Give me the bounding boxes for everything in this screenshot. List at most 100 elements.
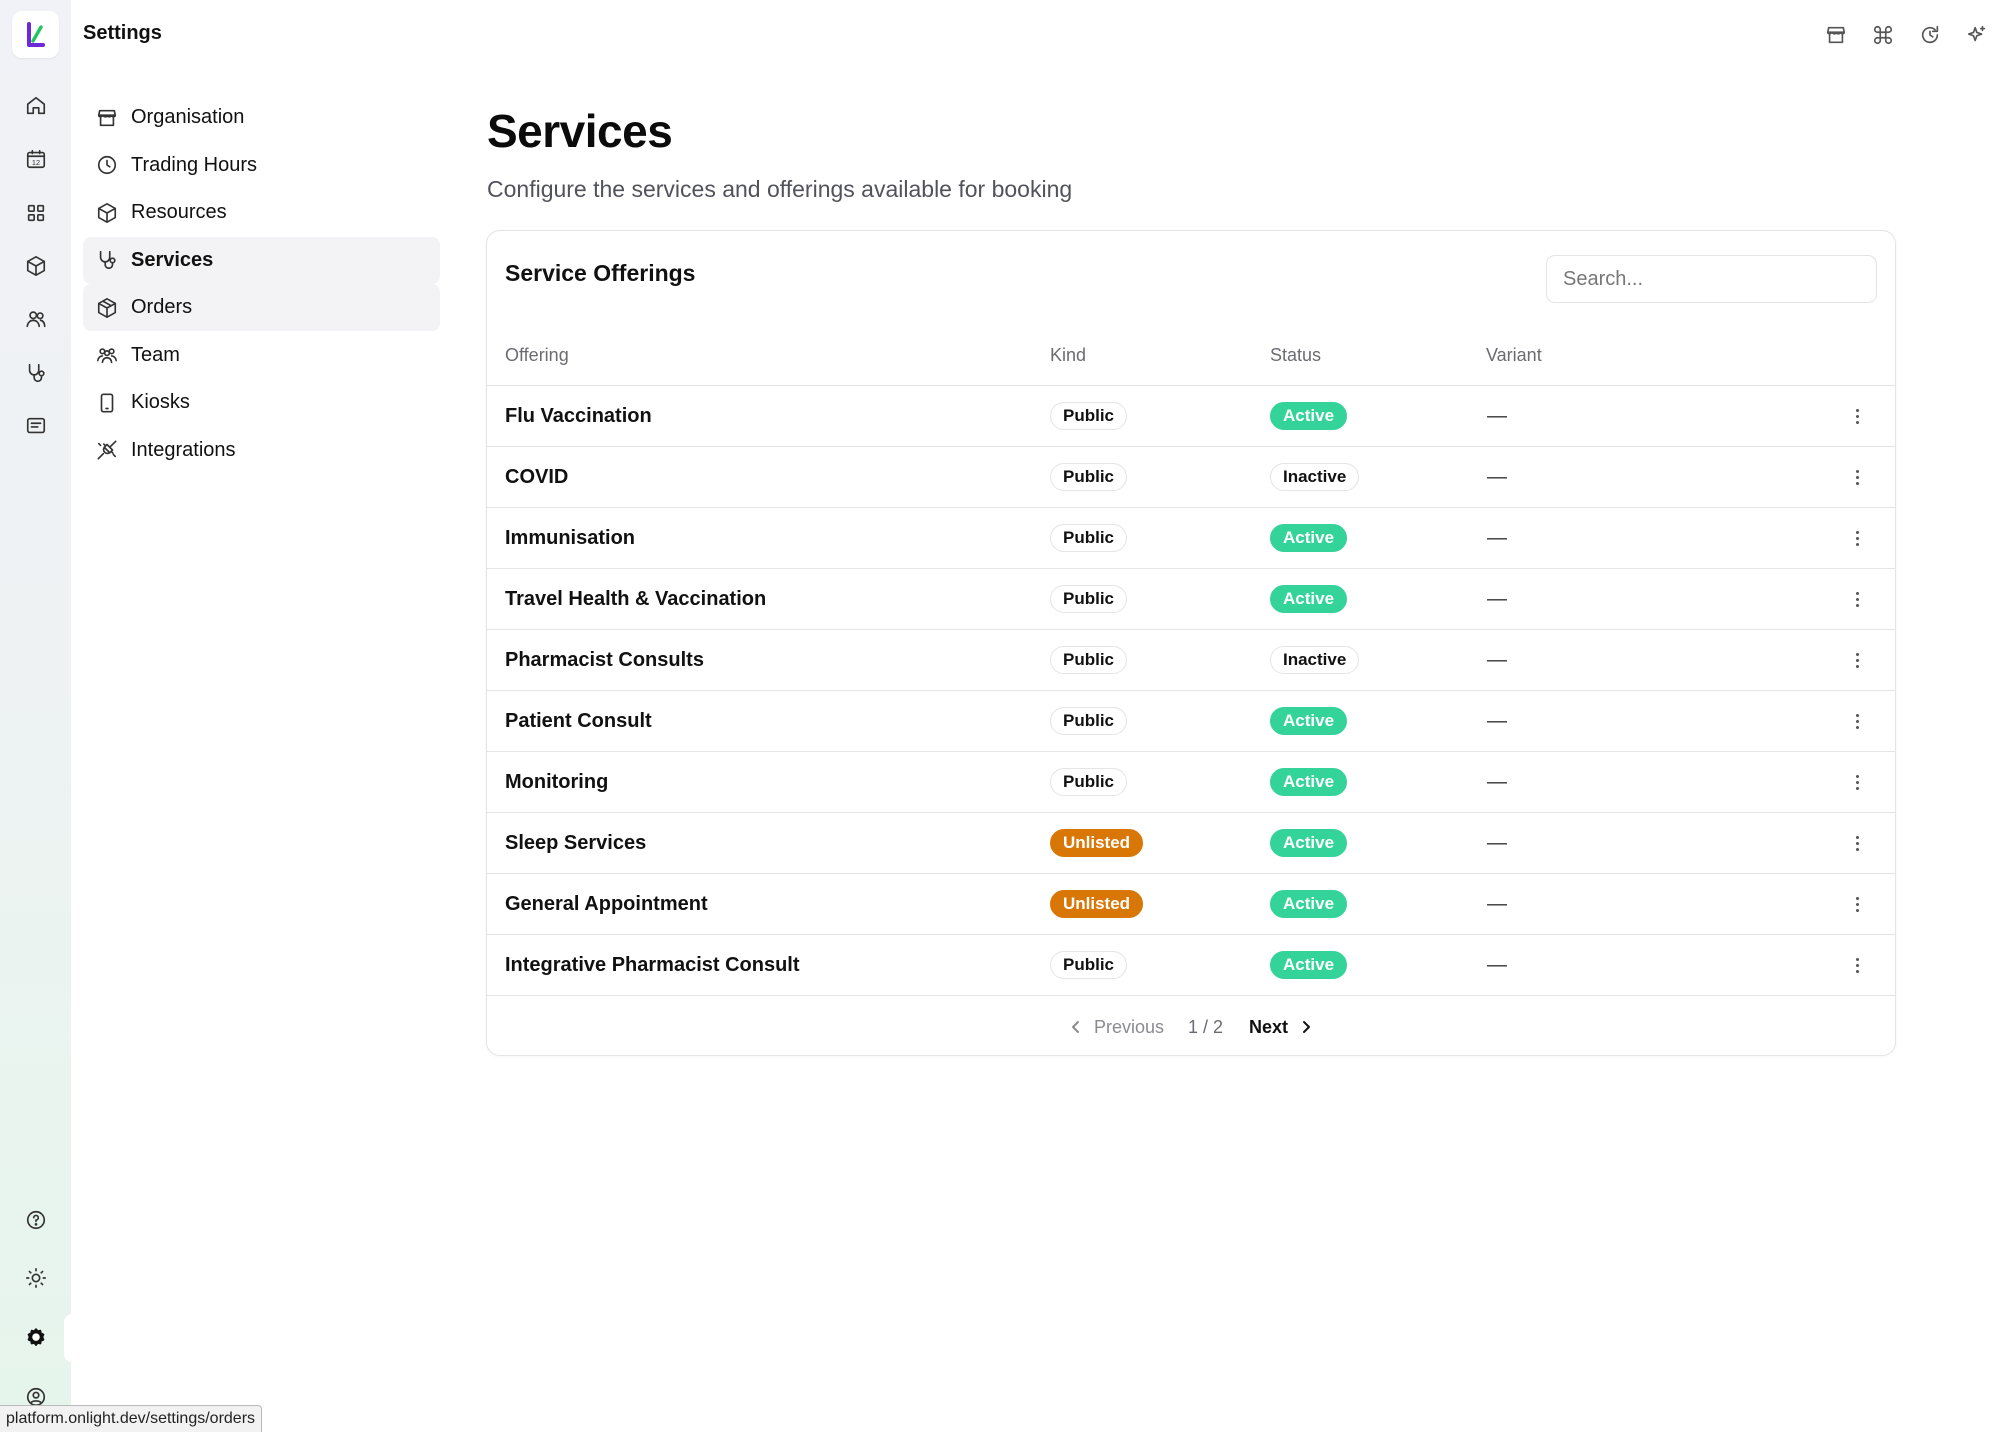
previous-page-button[interactable]: Previous bbox=[1068, 1017, 1164, 1038]
logo-icon bbox=[26, 21, 45, 47]
table-row[interactable]: Pharmacist Consults Public Inactive — bbox=[487, 630, 1895, 691]
actions-cell bbox=[1819, 767, 1895, 797]
offering-name: Immunisation bbox=[505, 526, 636, 549]
status-cell: Inactive bbox=[1270, 463, 1486, 491]
more-actions-icon[interactable] bbox=[1845, 401, 1869, 431]
nav-item-resources[interactable]: Resources bbox=[83, 189, 440, 236]
icon-rail: 12 bbox=[0, 0, 74, 1432]
users-icon bbox=[26, 311, 46, 328]
table-row[interactable]: Patient Consult Public Active — bbox=[487, 691, 1895, 752]
header-variant: Variant bbox=[1486, 345, 1542, 365]
nav-item-organisation[interactable]: Organisation bbox=[83, 94, 440, 141]
grid-icon bbox=[27, 204, 45, 222]
link-status-bar: platform.onlight.dev/settings/orders bbox=[0, 1405, 263, 1432]
rail-calendar[interactable]: 12 bbox=[19, 142, 53, 176]
table-row[interactable]: COVID Public Inactive — bbox=[487, 447, 1895, 508]
nav-item-integrations[interactable]: Integrations bbox=[83, 427, 440, 474]
rail-services[interactable] bbox=[19, 356, 53, 390]
offering-name: Patient Consult bbox=[505, 709, 652, 732]
status-badge: Active bbox=[1270, 707, 1348, 735]
next-page-button[interactable]: Next bbox=[1249, 1017, 1314, 1038]
nav-item-team[interactable]: Team bbox=[83, 332, 440, 379]
store-icon bbox=[1826, 26, 1845, 44]
assistant-button[interactable] bbox=[1953, 18, 2000, 52]
variant-cell: — bbox=[1486, 832, 1819, 855]
status-cell: Active bbox=[1270, 890, 1486, 918]
table-row[interactable]: Flu Vaccination Public Active — bbox=[487, 386, 1895, 447]
more-actions-icon[interactable] bbox=[1845, 950, 1869, 980]
history-button[interactable] bbox=[1906, 18, 1953, 52]
status-cell: Active bbox=[1270, 524, 1486, 552]
nav-item-orders[interactable]: Orders bbox=[83, 284, 440, 331]
rail-home[interactable] bbox=[19, 89, 53, 123]
variant-cell: — bbox=[1486, 405, 1819, 428]
rail-settings[interactable] bbox=[19, 1321, 53, 1355]
table-row[interactable]: Monitoring Public Active — bbox=[487, 752, 1895, 813]
variant-cell: — bbox=[1486, 771, 1819, 794]
nav-item-trading-hours[interactable]: Trading Hours bbox=[83, 142, 440, 189]
nav-item-kiosks[interactable]: Kiosks bbox=[83, 379, 440, 426]
kind-badge: Public bbox=[1050, 646, 1128, 674]
actions-cell bbox=[1819, 950, 1895, 980]
service-offerings-card: Service Offerings Offering Kind Status V… bbox=[486, 230, 1896, 1056]
more-actions-icon[interactable] bbox=[1845, 645, 1869, 675]
kind-cell: Public bbox=[1050, 524, 1270, 552]
kind-badge: Public bbox=[1050, 524, 1128, 552]
rail-products[interactable] bbox=[19, 249, 53, 283]
rail-customers[interactable] bbox=[19, 302, 53, 336]
status-cell: Active bbox=[1270, 585, 1486, 613]
next-label: Next bbox=[1249, 1016, 1289, 1037]
nav-item-label: Resources bbox=[131, 201, 227, 223]
more-actions-icon[interactable] bbox=[1845, 706, 1869, 736]
store-icon bbox=[97, 109, 117, 126]
nav-item-services[interactable]: Services bbox=[83, 236, 440, 284]
store-button[interactable] bbox=[1812, 18, 1859, 52]
sun-icon bbox=[26, 1268, 46, 1288]
table-row[interactable]: Integrative Pharmacist Consult Public Acti… bbox=[487, 935, 1895, 996]
rail-catalog[interactable] bbox=[19, 196, 53, 230]
page-count: 1 / 2 bbox=[1187, 1016, 1224, 1037]
table-row[interactable]: Sleep Services Unlisted Active — bbox=[487, 813, 1895, 874]
more-actions-icon[interactable] bbox=[1845, 584, 1869, 614]
actions-cell bbox=[1819, 889, 1895, 919]
offerings-table: Offering Kind Status Variant Flu Vaccina… bbox=[487, 326, 1895, 996]
rail-help[interactable] bbox=[19, 1203, 53, 1237]
more-actions-icon[interactable] bbox=[1845, 828, 1869, 858]
nav-item-label: Trading Hours bbox=[131, 153, 257, 176]
offering-name: General Appointment bbox=[505, 892, 708, 915]
variant-value: — bbox=[1487, 404, 1507, 427]
actions-cell bbox=[1819, 401, 1895, 431]
table-body: Flu Vaccination Public Active — COVID Public I… bbox=[487, 386, 1895, 996]
more-actions-icon[interactable] bbox=[1845, 523, 1869, 553]
rail-messages[interactable] bbox=[19, 409, 53, 443]
table-row[interactable]: Travel Health & Vaccination Public Active — bbox=[487, 569, 1895, 630]
table-header: Offering Kind Status Variant bbox=[487, 326, 1895, 386]
header-offering: Offering bbox=[505, 345, 569, 365]
rail-active-indicator bbox=[64, 1314, 74, 1362]
status-badge: Inactive bbox=[1270, 646, 1360, 674]
variant-cell: — bbox=[1486, 954, 1819, 977]
package-icon bbox=[97, 297, 117, 318]
variant-cell: — bbox=[1486, 527, 1819, 550]
more-actions-icon[interactable] bbox=[1845, 462, 1869, 492]
rail-theme[interactable] bbox=[19, 1261, 53, 1295]
kind-badge: Public bbox=[1050, 707, 1128, 735]
variant-value: — bbox=[1487, 831, 1507, 854]
users-icon bbox=[97, 348, 117, 364]
calendar-day: 12 bbox=[32, 158, 40, 167]
variant-value: — bbox=[1487, 770, 1507, 793]
table-row[interactable]: Immunisation Public Active — bbox=[487, 508, 1895, 569]
variant-cell: — bbox=[1486, 588, 1819, 611]
search-input[interactable] bbox=[1546, 255, 1877, 303]
table-row[interactable]: General Appointment Unlisted Active — bbox=[487, 874, 1895, 935]
more-actions-icon[interactable] bbox=[1845, 889, 1869, 919]
more-actions-icon[interactable] bbox=[1845, 767, 1869, 797]
kind-cell: Public bbox=[1050, 463, 1270, 491]
home-icon bbox=[26, 96, 46, 115]
app-title: Settings bbox=[83, 22, 162, 44]
kind-badge: Public bbox=[1050, 951, 1128, 979]
status-badge: Active bbox=[1270, 768, 1348, 796]
app-logo[interactable] bbox=[12, 11, 59, 58]
stethoscope-icon bbox=[28, 363, 45, 383]
command-button[interactable] bbox=[1859, 18, 1906, 52]
